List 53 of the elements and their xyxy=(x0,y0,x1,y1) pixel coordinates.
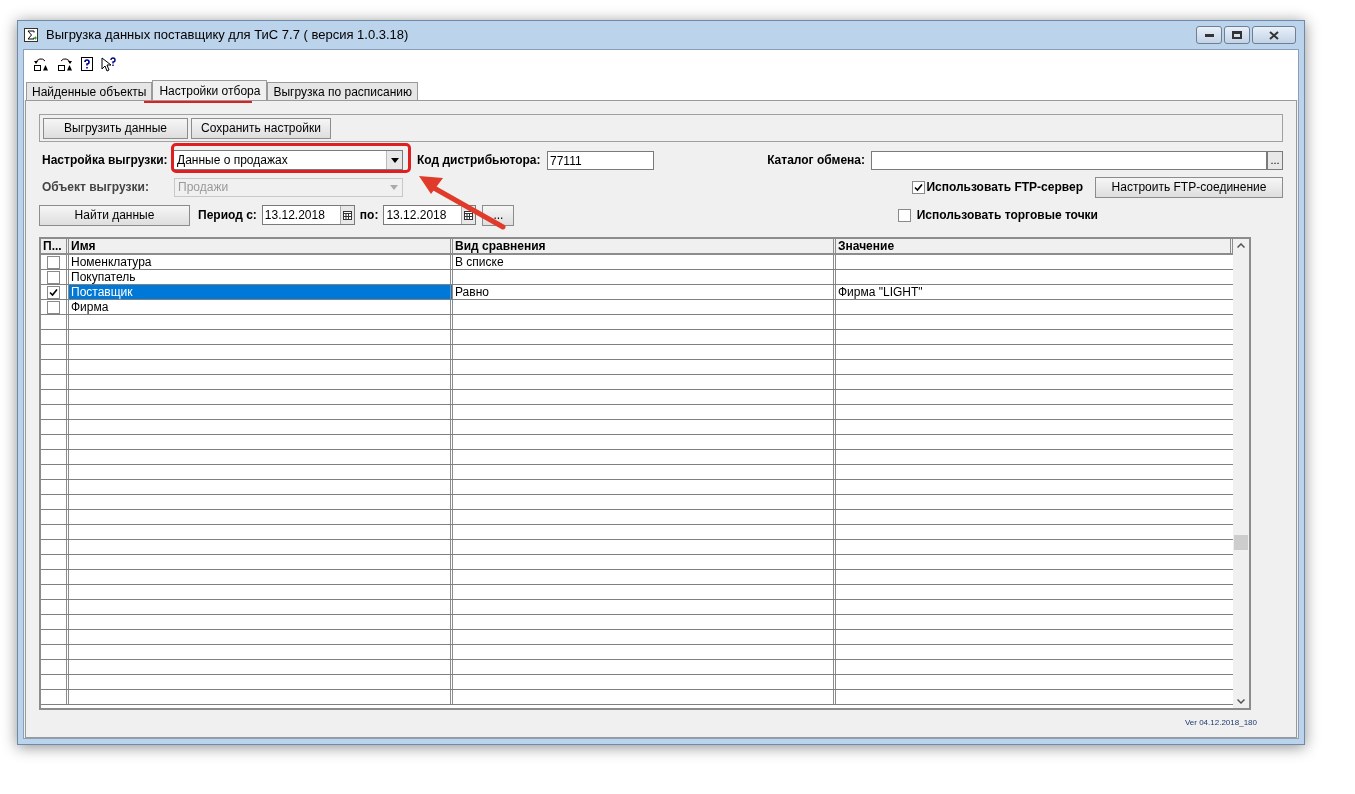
checkbox[interactable] xyxy=(47,255,60,269)
pointer-help-icon[interactable] xyxy=(101,56,117,72)
version-label: Ver 04.12.2018_180 xyxy=(1184,717,1257,729)
checkbox[interactable] xyxy=(897,208,911,222)
field-label: Код дистрибьютора: xyxy=(417,152,542,169)
caret-icon xyxy=(390,184,398,190)
table-cell[interactable]: Номенклатура xyxy=(69,255,453,269)
date-field[interactable]: 13.12.2018 xyxy=(261,205,355,225)
scrollbar[interactable] xyxy=(1233,239,1249,708)
minimize-button[interactable] xyxy=(1196,26,1222,44)
caret-icon xyxy=(390,157,399,163)
table-cell: В списке xyxy=(455,255,504,269)
table-cell[interactable]: Покупатель xyxy=(69,270,453,284)
scroll-up-icon[interactable] xyxy=(1237,243,1245,248)
date-field[interactable]: 13.12.2018 xyxy=(383,205,477,225)
app-icon xyxy=(24,28,38,42)
tab[interactable]: Выгрузка по расписанию xyxy=(267,82,419,100)
field-label: Настройка выгрузки: xyxy=(41,152,169,169)
tab[interactable]: Настройки отбора xyxy=(152,80,268,100)
table-cell[interactable]: Фирма xyxy=(69,300,453,314)
dropdown-button[interactable] xyxy=(386,151,402,169)
scroll-down-icon[interactable] xyxy=(1237,699,1245,704)
checkbox[interactable] xyxy=(47,270,60,284)
close-button[interactable] xyxy=(1252,26,1296,44)
undo-icon[interactable] xyxy=(33,57,49,71)
exchange-catalog-field[interactable] xyxy=(871,150,1267,170)
table-cell: Равно xyxy=(455,285,489,299)
export-button[interactable]: Выгрузить данные xyxy=(43,117,188,139)
checkbox-label: Использовать FTP-сервер xyxy=(926,179,1083,196)
export-setting-dropdown[interactable]: Данные о продажах xyxy=(173,150,403,170)
save-settings-button[interactable]: Сохранить настройки xyxy=(191,117,331,139)
redo-icon[interactable] xyxy=(57,57,73,71)
table-cell: Фирма "LIGHT" xyxy=(838,285,923,299)
checkbox[interactable] xyxy=(912,180,926,194)
maximize-button[interactable] xyxy=(1224,26,1250,44)
scroll-thumb[interactable] xyxy=(1234,535,1248,550)
field-label: Каталог обмена: xyxy=(767,152,865,169)
distributor-code-field[interactable]: 77111 xyxy=(547,150,654,170)
checkbox-label: Использовать торговые точки xyxy=(916,207,1098,224)
checkbox[interactable] xyxy=(47,300,60,314)
find-data-button[interactable]: Найти данные xyxy=(39,204,190,226)
tab[interactable]: Найденные объекты xyxy=(26,82,153,100)
checkbox[interactable] xyxy=(47,285,60,299)
help-icon[interactable] xyxy=(81,57,93,71)
field-label: по: xyxy=(359,207,379,224)
field-label: Объект выгрузки: xyxy=(41,179,150,196)
table-cell[interactable]: Поставщик xyxy=(69,285,453,299)
calendar-icon[interactable] xyxy=(339,206,354,224)
ftp-settings-button[interactable]: Настроить FTP-соединение xyxy=(1095,176,1283,198)
field-label: Период с: xyxy=(198,207,257,224)
browse-button[interactable]: ... xyxy=(1267,150,1283,170)
window-title: Выгрузка данных поставщику для ТиС 7.7 ( версия 1.0.3.18) xyxy=(46,26,409,45)
close-icon xyxy=(1269,30,1279,40)
